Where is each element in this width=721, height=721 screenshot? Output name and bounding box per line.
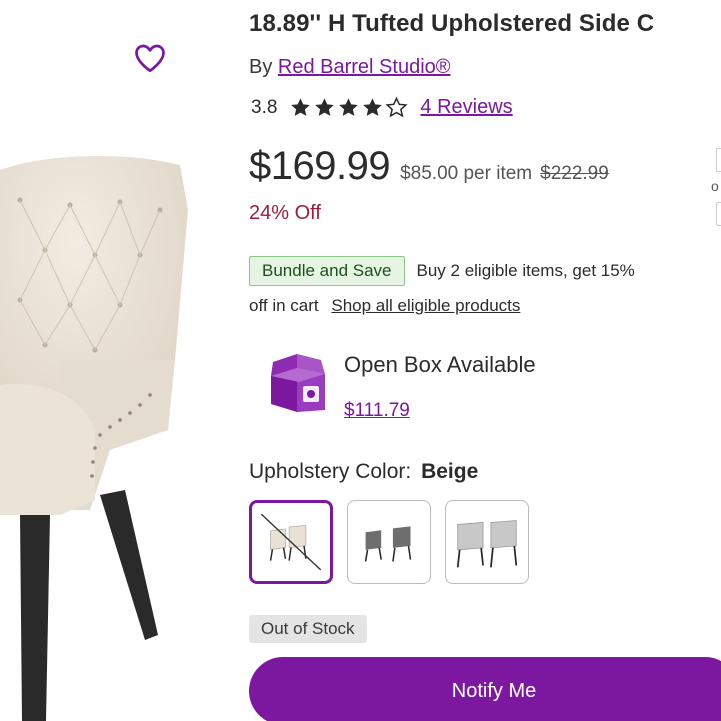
bundle-row: Bundle and Save Buy 2 eligible items, ge… (249, 256, 635, 286)
sale-price: $169.99 (249, 144, 391, 188)
swatch-beige[interactable] (249, 500, 333, 584)
by-label: By (249, 56, 273, 78)
edge-text: o (711, 178, 719, 194)
wishlist-heart-icon[interactable] (132, 40, 168, 76)
star-filled-icon (315, 98, 335, 116)
brand-link[interactable]: Red Barrel Studio® (278, 56, 451, 78)
bundle-offer-line2: off in cart Shop all eligible products (249, 296, 520, 316)
shop-eligible-link[interactable]: Shop all eligible products (331, 296, 520, 315)
star-filled-icon (363, 98, 383, 116)
product-title: 18.89'' H Tufted Upholstered Side C (249, 10, 655, 37)
open-box-icon (263, 350, 333, 420)
bundle-badge: Bundle and Save (249, 256, 405, 286)
rating-value: 3.8 (251, 96, 278, 118)
star-filled-icon (339, 98, 359, 116)
per-item-price: $85.00 per item (400, 163, 533, 184)
bundle-offer-text-cont: off in cart (249, 296, 319, 315)
swatch-light-gray[interactable] (445, 500, 529, 584)
product-image[interactable] (0, 130, 200, 721)
edge-control-top[interactable] (716, 148, 721, 172)
notify-me-button[interactable]: Notify Me (249, 657, 721, 721)
bundle-offer-text: Buy 2 eligible items, get 15% (416, 261, 635, 280)
discount-label: 24% Off (249, 202, 321, 224)
option-label: Upholstery Color: Beige (249, 460, 478, 484)
star-empty-icon (385, 96, 409, 118)
open-box-title: Open Box Available (344, 352, 536, 377)
stock-status-badge: Out of Stock (249, 615, 367, 643)
brand-byline: By Red Barrel Studio® (249, 56, 451, 79)
reviews-link[interactable]: 4 Reviews (420, 96, 512, 119)
option-name: Upholstery Color: (249, 460, 412, 483)
option-selected-value: Beige (421, 460, 479, 483)
star-filled-icon (291, 98, 311, 116)
open-box-price-link[interactable]: $111.79 (344, 400, 410, 422)
swatch-gray[interactable] (347, 500, 431, 584)
price-row: $169.99 $85.00 per item $222.99 (249, 144, 609, 189)
original-price: $222.99 (540, 163, 609, 184)
star-rating (289, 96, 409, 119)
rating-row: 3.8 4 Reviews (251, 96, 513, 119)
color-swatches (249, 500, 529, 584)
edge-control-bottom[interactable] (716, 202, 721, 226)
